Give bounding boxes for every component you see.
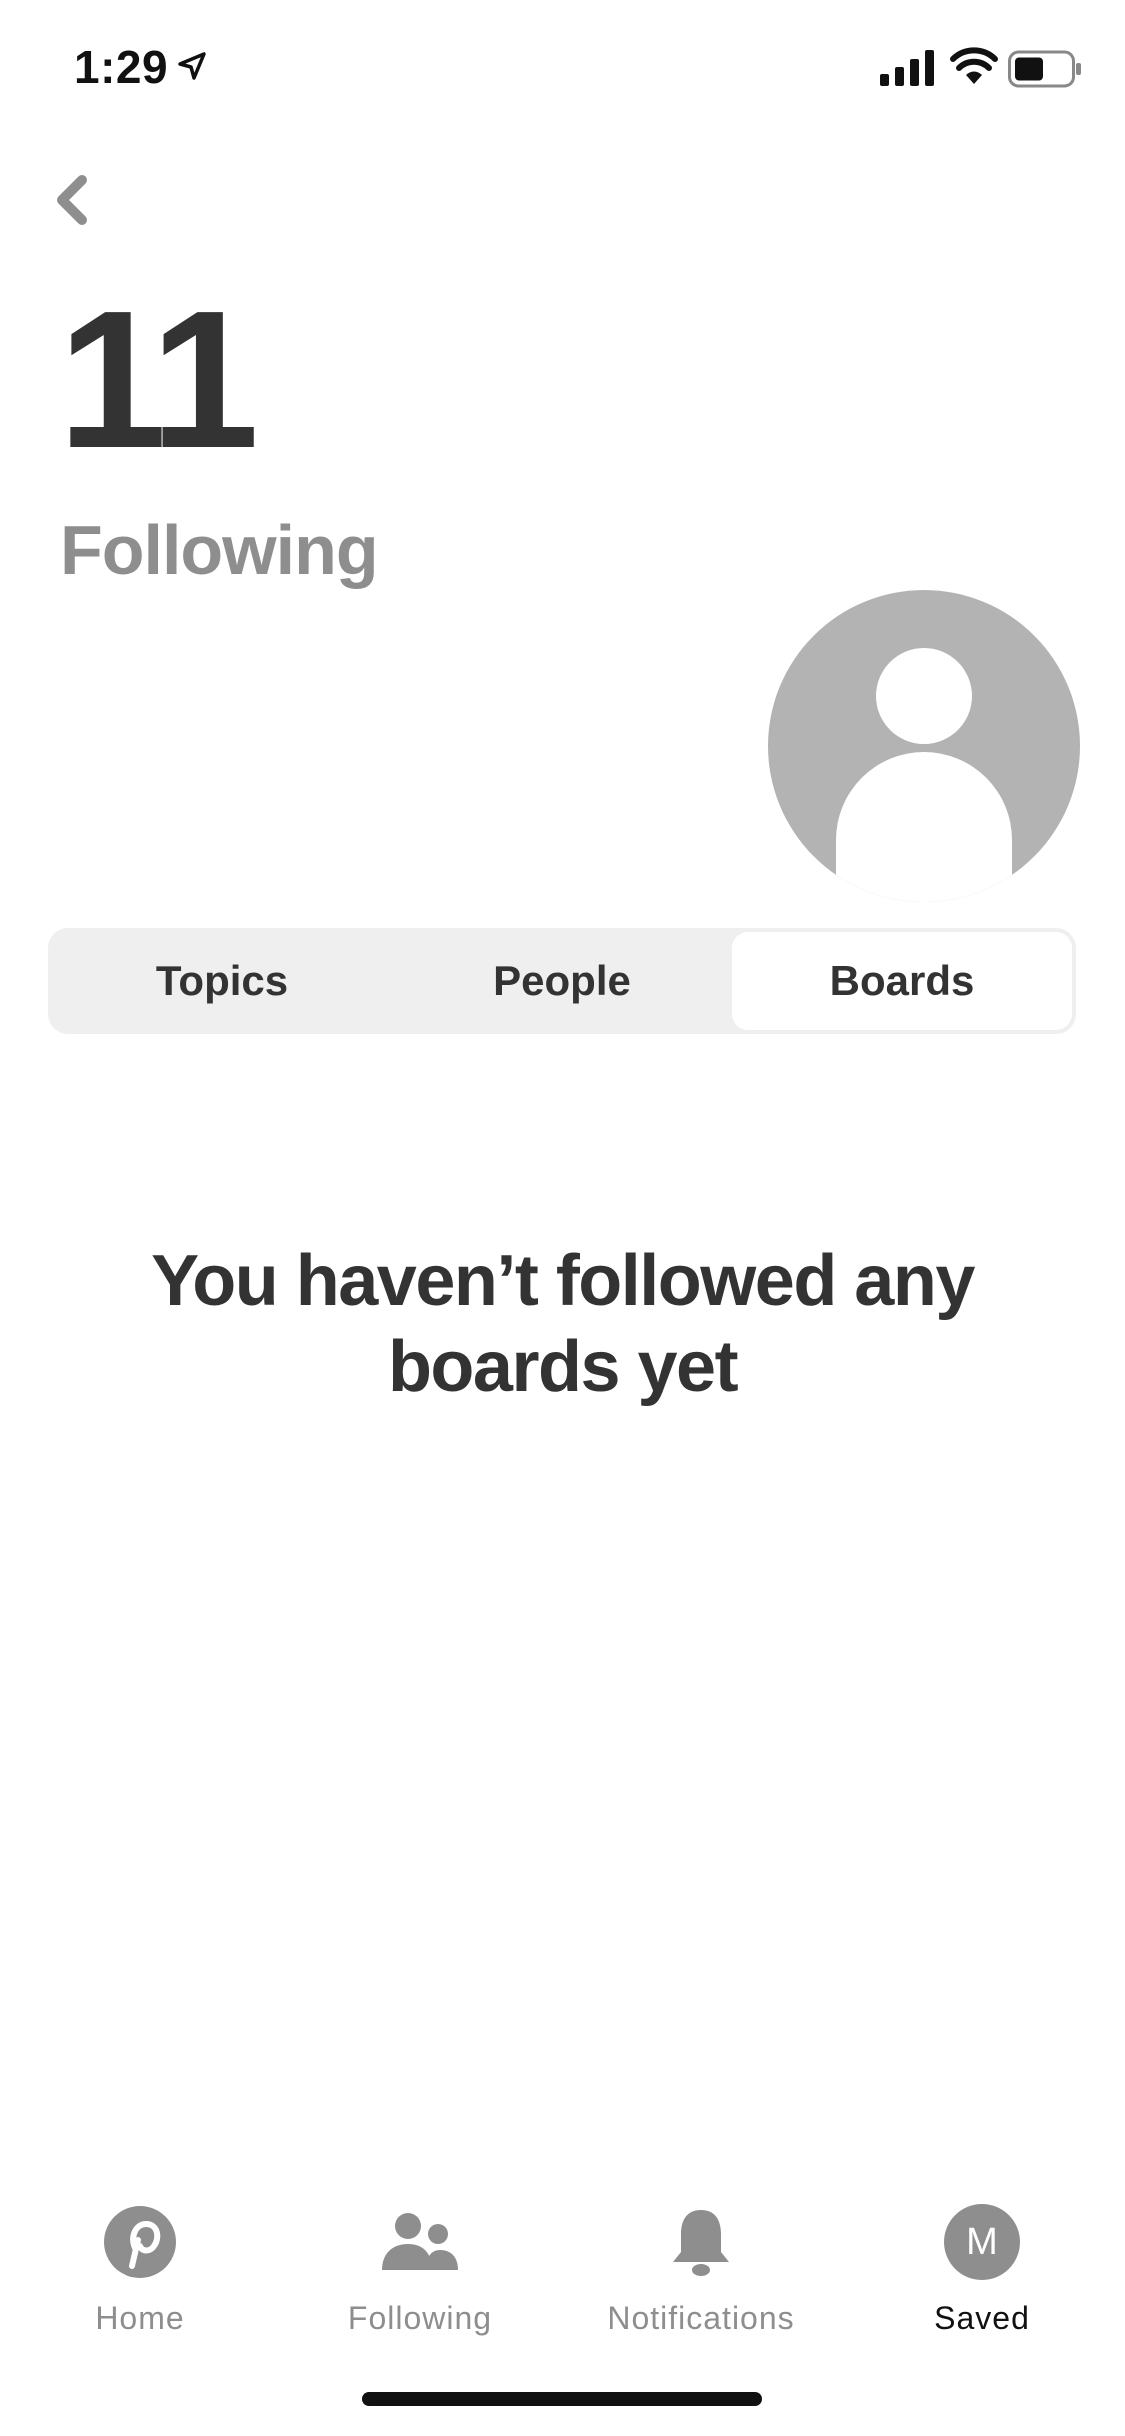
tab-boards[interactable]: Boards [732,932,1072,1030]
following-count-label: Following [60,511,379,589]
nav-home-label: Home [95,2300,185,2336]
nav-saved-label: Saved [934,2300,1030,2336]
empty-state-message: You haven’t followed any boards yet [60,1238,1065,1410]
empty-state-line-1: You haven’t followed any [151,1241,975,1321]
nav-following-label: Following [347,2300,493,2336]
default-avatar-icon [836,648,1012,902]
nav-following[interactable]: Following [280,2190,560,2340]
back-button[interactable] [40,160,110,240]
location-arrow-icon [178,52,206,80]
cellular-signal-icon [880,50,934,86]
bottom-nav: Home Following Notifications M Saved [0,2190,1125,2340]
battery-icon [1008,50,1081,88]
nav-saved[interactable]: M Saved [842,2190,1122,2340]
empty-state-line-2: boards yet [387,1327,739,1407]
wifi-icon [950,47,998,84]
tab-people[interactable]: People [392,932,732,1030]
profile-avatar-icon: M [944,2204,1020,2280]
pinterest-icon [104,2206,176,2278]
nav-notifications-label: Notifications [607,2300,795,2336]
home-indicator [362,2392,762,2406]
nav-notifications[interactable]: Notifications [561,2190,841,2340]
chevron-left-icon [57,175,87,225]
following-count: 11 [58,270,259,489]
following-boards-screen: 1:29 11 Following Topics People Boards Y… [0,0,1125,2436]
profile-avatar[interactable] [768,590,1080,902]
segmented-tabs: Topics People Boards [48,928,1076,1034]
nav-home[interactable]: Home [0,2190,280,2340]
bell-icon [673,2210,729,2276]
status-bar: 1:29 [0,0,1125,140]
status-time: 1:29 [74,41,169,93]
tab-topics[interactable]: Topics [52,932,392,1030]
people-icon [382,2213,458,2270]
